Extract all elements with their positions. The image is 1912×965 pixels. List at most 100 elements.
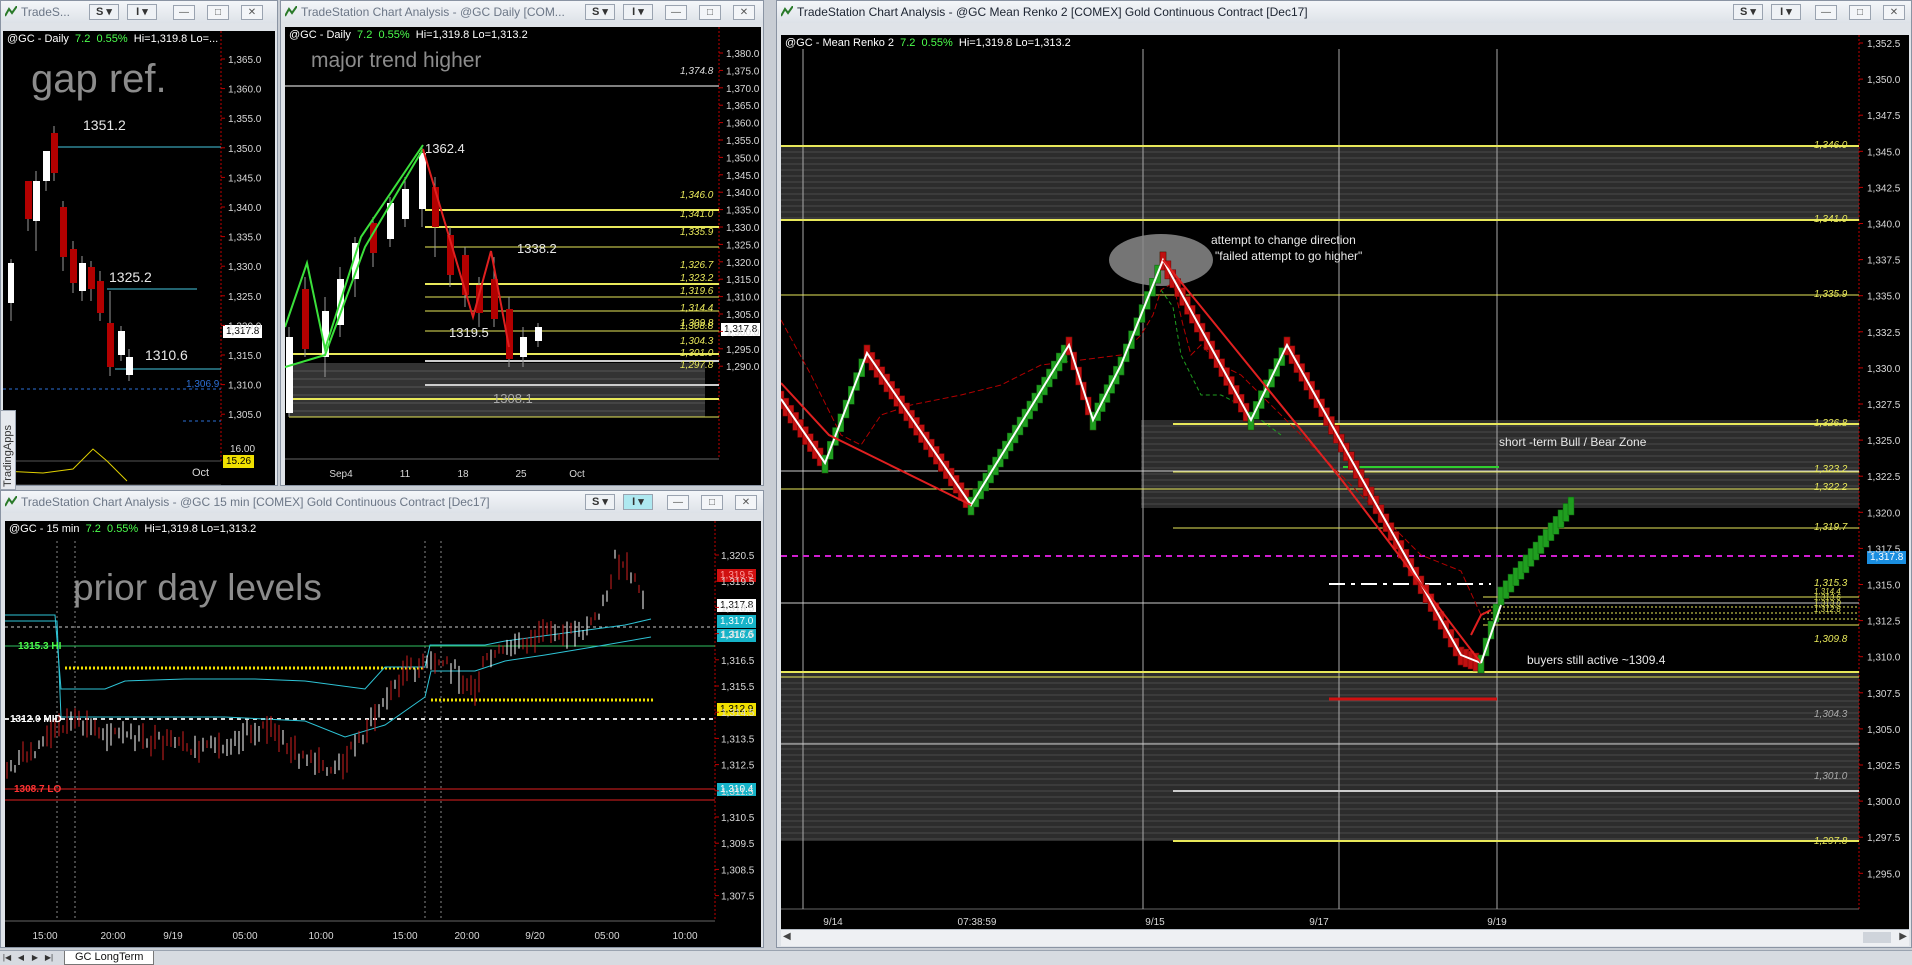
prior-day-low-label: 1308.7 LO xyxy=(14,784,62,795)
level-tag: 1,326.8 xyxy=(1814,418,1848,429)
close-button[interactable]: ✕ xyxy=(735,495,757,510)
last-price-tag: 1,317.8 xyxy=(223,325,263,338)
tradestation-logo-icon xyxy=(285,6,297,17)
chart-window-daily-main[interactable]: TradeStation Chart Analysis - @GC Daily … xyxy=(280,0,764,486)
level-tag: 1,335.9 xyxy=(1814,289,1848,300)
indicator-i-button[interactable]: I ▾ xyxy=(127,4,157,20)
level-label-1310: 1310.6 xyxy=(145,347,188,363)
level-tag: 1,323.2 xyxy=(680,273,714,284)
level-label-1351: 1351.2 xyxy=(83,117,126,133)
chart-window-15min[interactable]: TradeStation Chart Analysis - @GC 15 min… xyxy=(0,490,764,948)
daily-small-candles xyxy=(3,31,222,485)
level-tag: 1,326.7 xyxy=(680,260,714,271)
price-tag: 1,310.4 xyxy=(717,783,757,796)
last-price-tag: 1,317.8 xyxy=(1867,551,1907,564)
horizontal-scrollbar[interactable]: ◀ ▶ xyxy=(781,929,1909,946)
level-tag: 1,309.8 xyxy=(1814,634,1848,645)
swing-label-1362: 1362.4 xyxy=(425,141,465,156)
close-button[interactable]: ✕ xyxy=(1883,5,1905,20)
note-attempt-change: attempt to change direction xyxy=(1211,233,1356,247)
chart-window-daily-small[interactable]: TradeS... S ▾ I ▾ — □ ✕ @GC - Daily 7.2 … xyxy=(0,0,278,486)
level-tag: 1,301.0 xyxy=(1814,771,1848,782)
indicator-i-button[interactable]: I ▾ xyxy=(623,494,653,510)
minimize-button[interactable]: — xyxy=(173,5,195,20)
renko-brick xyxy=(1567,496,1575,516)
level-tag: 1,341.0 xyxy=(1814,214,1848,225)
sheet-tab-gc-longterm[interactable]: GC LongTerm xyxy=(64,951,155,965)
level-tag: 1,319.6 xyxy=(680,286,714,297)
tradestation-logo-icon xyxy=(781,6,793,17)
scroll-thumb[interactable] xyxy=(1863,932,1891,943)
prior-day-high-label: 1315.3 HI xyxy=(18,641,62,652)
swing-label-1308: 1308.1 xyxy=(493,391,533,406)
daily-main-drawing xyxy=(285,27,720,460)
first-sheet-icon[interactable]: |◀ xyxy=(2,952,12,963)
maximize-button[interactable]: □ xyxy=(699,5,721,20)
level-tag: 1,341.0 xyxy=(680,209,714,220)
window-title: TradeStation Chart Analysis - @GC 15 min… xyxy=(21,495,490,509)
price-tag: 1,317.0 xyxy=(717,615,757,628)
level-tag: 1,323.2 xyxy=(1814,464,1848,475)
maximize-button[interactable]: □ xyxy=(1849,5,1871,20)
last-price-tag: 1,317.8 xyxy=(721,323,761,336)
window-titlebar[interactable]: TradeStation Chart Analysis - @GC Daily … xyxy=(281,1,763,23)
intraday-drawing xyxy=(5,521,716,922)
note-bull-bear-zone: short -term Bull / Bear Zone xyxy=(1499,435,1647,449)
daily-small-plot[interactable]: @GC - Daily 7.2 0.55% Hi=1,319.8 Lo=... … xyxy=(3,31,275,485)
intraday-plot[interactable]: @GC - 15 min 7.2 0.55% Hi=1,319.8 Lo=1,3… xyxy=(5,521,761,947)
price-tag: 1,312.9 xyxy=(717,703,757,716)
renko-drawing xyxy=(781,35,1860,910)
styles-s-button[interactable]: S ▾ xyxy=(585,4,615,20)
tradestation-logo-icon xyxy=(5,6,17,17)
last-sheet-icon[interactable]: ▶| xyxy=(44,952,54,963)
level-tag: 1,314.4 xyxy=(680,303,714,314)
level-tag: 1,335.9 xyxy=(680,227,714,238)
tradestation-logo-icon xyxy=(5,496,17,507)
next-sheet-icon[interactable]: ▶ xyxy=(30,952,40,963)
tradingapps-side-tab[interactable]: TradingApps xyxy=(0,410,16,490)
indicator-i-button[interactable]: I ▾ xyxy=(623,4,653,20)
level-label-1325: 1325.2 xyxy=(109,269,152,285)
level-tag: 1,346.0 xyxy=(1814,140,1848,151)
prev-sheet-icon[interactable]: ◀ xyxy=(16,952,26,963)
level-tag: 1,374.8 xyxy=(680,66,714,77)
price-tag: 1,317.8 xyxy=(717,599,757,612)
date-label-oct: Oct xyxy=(192,467,210,479)
close-button[interactable]: ✕ xyxy=(241,5,263,20)
styles-s-button[interactable]: S ▾ xyxy=(1733,4,1763,20)
styles-s-button[interactable]: S ▾ xyxy=(585,494,615,510)
blue-level-tag: 1,306.9 xyxy=(186,379,220,390)
level-tag: 1,322.2 xyxy=(1814,482,1848,493)
indicator-tag: 15.26 xyxy=(223,455,255,468)
level-tag: 1,297.8 xyxy=(680,360,714,371)
scroll-left-arrow-icon[interactable]: ◀ xyxy=(783,931,791,942)
price-tag: 1,319.5 xyxy=(717,569,757,582)
indicator-i-button[interactable]: I ▾ xyxy=(1771,4,1801,20)
level-tag: 1,297.8 xyxy=(1814,836,1848,847)
maximize-button[interactable]: □ xyxy=(207,5,229,20)
minimize-button[interactable]: — xyxy=(665,5,687,20)
level-tag: 1,319.7 xyxy=(1814,522,1848,533)
level-tag: 1,304.3 xyxy=(1814,709,1848,720)
minimize-button[interactable]: — xyxy=(1815,5,1837,20)
workspace-sheet-bar: |◀ ◀ ▶ ▶| GC LongTerm xyxy=(0,950,1912,965)
swing-label-1319: 1319.5 xyxy=(449,325,489,340)
swing-label-1338: 1338.2 xyxy=(517,241,557,256)
level-tag: 1,312.6 xyxy=(1814,605,1841,614)
window-title: TradeStation Chart Analysis - @GC Daily … xyxy=(301,5,565,19)
window-title: TradeS... xyxy=(21,5,70,19)
close-button[interactable]: ✕ xyxy=(733,5,755,20)
level-tag: 1,346.0 xyxy=(680,190,714,201)
price-tag: 1,316.6 xyxy=(717,629,757,642)
chart-window-renko[interactable]: TradeStation Chart Analysis - @GC Mean R… xyxy=(776,0,1912,948)
maximize-button[interactable]: □ xyxy=(701,495,723,510)
scroll-right-arrow-icon[interactable]: ▶ xyxy=(1899,931,1907,942)
styles-s-button[interactable]: S ▾ xyxy=(89,4,119,20)
renko-plot[interactable]: @GC - Mean Renko 2 7.2 0.55% Hi=1,319.8 … xyxy=(781,35,1909,929)
window-title: TradeStation Chart Analysis - @GC Mean R… xyxy=(797,5,1308,19)
note-buyers-active: buyers still active ~1309.4 xyxy=(1527,653,1666,667)
daily-main-plot[interactable]: @GC - Daily 7.2 0.55% Hi=1,319.8 Lo=1,31… xyxy=(285,27,761,485)
note-failed-attempt: "failed attempt to go higher" xyxy=(1215,249,1363,263)
prior-day-mid-label: 1312.0 MID xyxy=(10,714,62,725)
minimize-button[interactable]: — xyxy=(667,495,689,510)
